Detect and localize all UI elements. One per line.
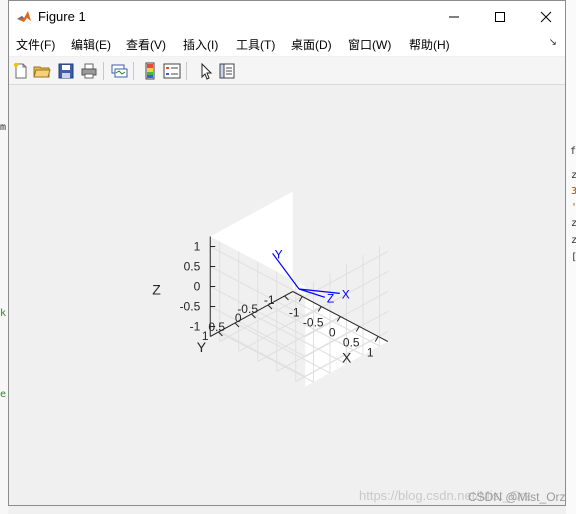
close-icon (540, 11, 552, 22)
save-icon[interactable] (57, 62, 75, 80)
y-tick-label: 0 (235, 311, 242, 325)
menu-window[interactable]: 窗口(W) (348, 36, 391, 53)
bg-fragment: z (571, 235, 576, 246)
minimize-icon (449, 16, 459, 17)
minimize-button[interactable] (431, 1, 477, 32)
y-tick-label: -1 (264, 293, 275, 307)
bg-fragment: z (571, 170, 576, 181)
insert-legend-icon[interactable] (163, 62, 181, 80)
figure-window: Figure 1 文件(F) 编辑(E) 查看(V) 插入(I) 工具(T) 桌… (8, 0, 566, 506)
insert-colorbar-icon[interactable] (141, 62, 159, 80)
y-tick-label: 0.5 (208, 320, 225, 334)
z-tick-label: 0.5 (184, 260, 201, 274)
menu-insert[interactable]: 插入(I) (183, 36, 218, 53)
figure-canvas[interactable]: -1 -0.5 0 0.5 1 -1 -0.5 0 0.5 1 -1 -0.5 0 0.5 1 X Y Z … (9, 85, 565, 505)
maximize-button[interactable] (477, 1, 523, 32)
z-tick-label: 0 (194, 280, 201, 294)
pointer-icon[interactable] (197, 62, 215, 80)
property-editor-icon[interactable] (218, 62, 236, 80)
axes-3d[interactable]: -1-0.500.51-1-0.500.51-1-0.500.51 X Y Z … (1, 85, 567, 505)
x-tick-label: 0 (329, 326, 336, 340)
bg-fragment: ' (571, 202, 576, 213)
maximize-icon (495, 11, 505, 22)
bg-fragment: [ (571, 252, 576, 263)
menu-help[interactable]: 帮助(H) (409, 36, 450, 53)
z-tick-label: -1 (190, 320, 201, 334)
z-axis-label: Z (152, 282, 161, 298)
x-tick-label: 1 (367, 346, 374, 360)
vector-label-y: Y (275, 247, 283, 261)
toolbar-separator (103, 62, 104, 80)
x-tick-label: -0.5 (303, 316, 324, 330)
menu-desktop[interactable]: 桌面(D) (291, 36, 332, 53)
new-figure-icon[interactable] (12, 62, 30, 80)
figure-toolbar (9, 57, 565, 85)
matlab-icon (17, 11, 31, 22)
z-tick-label: -0.5 (180, 300, 201, 314)
menu-file[interactable]: 文件(F) (16, 36, 55, 53)
vector-label-z: Z (327, 291, 334, 305)
z-tick-label: 1 (194, 240, 201, 254)
print-icon[interactable] (80, 62, 98, 80)
credit-text: CSDN @Mist_Orz (468, 490, 566, 504)
bg-fragment: f (570, 146, 576, 157)
toolbar-separator (186, 62, 187, 80)
bg-fragment: z (571, 218, 576, 229)
y-axis-label: Y (197, 339, 207, 355)
x-tick-label: -1 (289, 306, 300, 320)
vector-label-x: X (342, 287, 350, 301)
link-plot-icon[interactable] (110, 62, 128, 80)
x-tick-label: 0.5 (343, 336, 360, 350)
toolbar-separator (133, 62, 134, 80)
close-button[interactable] (523, 1, 569, 32)
x-axis-label: X (342, 350, 352, 366)
window-title: Figure 1 (38, 9, 86, 24)
menu-overflow-icon[interactable]: ↘ (549, 37, 557, 48)
menu-tools[interactable]: 工具(T) (236, 36, 275, 53)
bg-fragment: 3 (571, 186, 576, 197)
title-bar[interactable]: Figure 1 (9, 1, 565, 32)
menu-bar: 文件(F) 编辑(E) 查看(V) 插入(I) 工具(T) 桌面(D) 窗口(W… (9, 32, 565, 56)
menu-view[interactable]: 查看(V) (126, 36, 166, 53)
open-file-icon[interactable] (33, 62, 51, 80)
menu-edit[interactable]: 编辑(E) (71, 36, 111, 53)
